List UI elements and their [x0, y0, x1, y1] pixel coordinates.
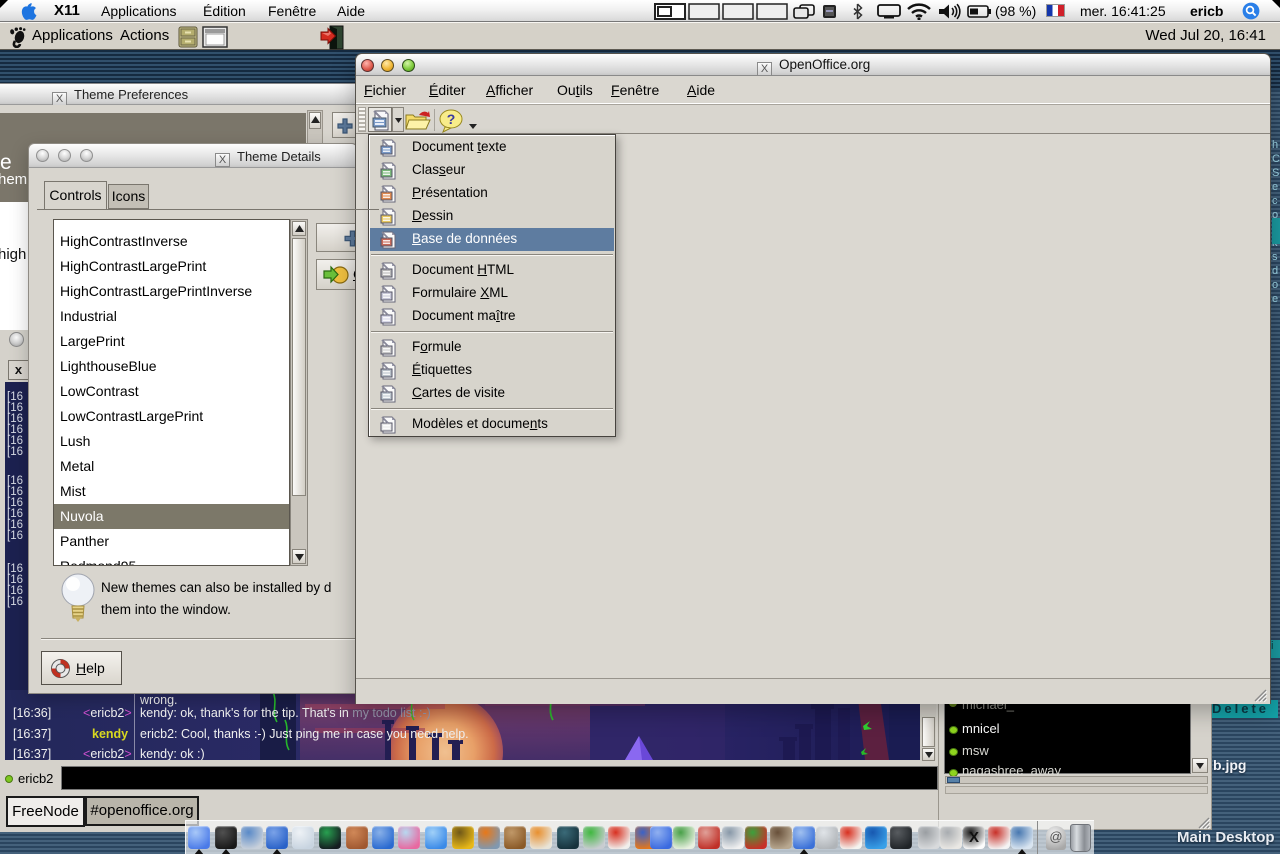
svg-text:?: ? [447, 111, 456, 127]
